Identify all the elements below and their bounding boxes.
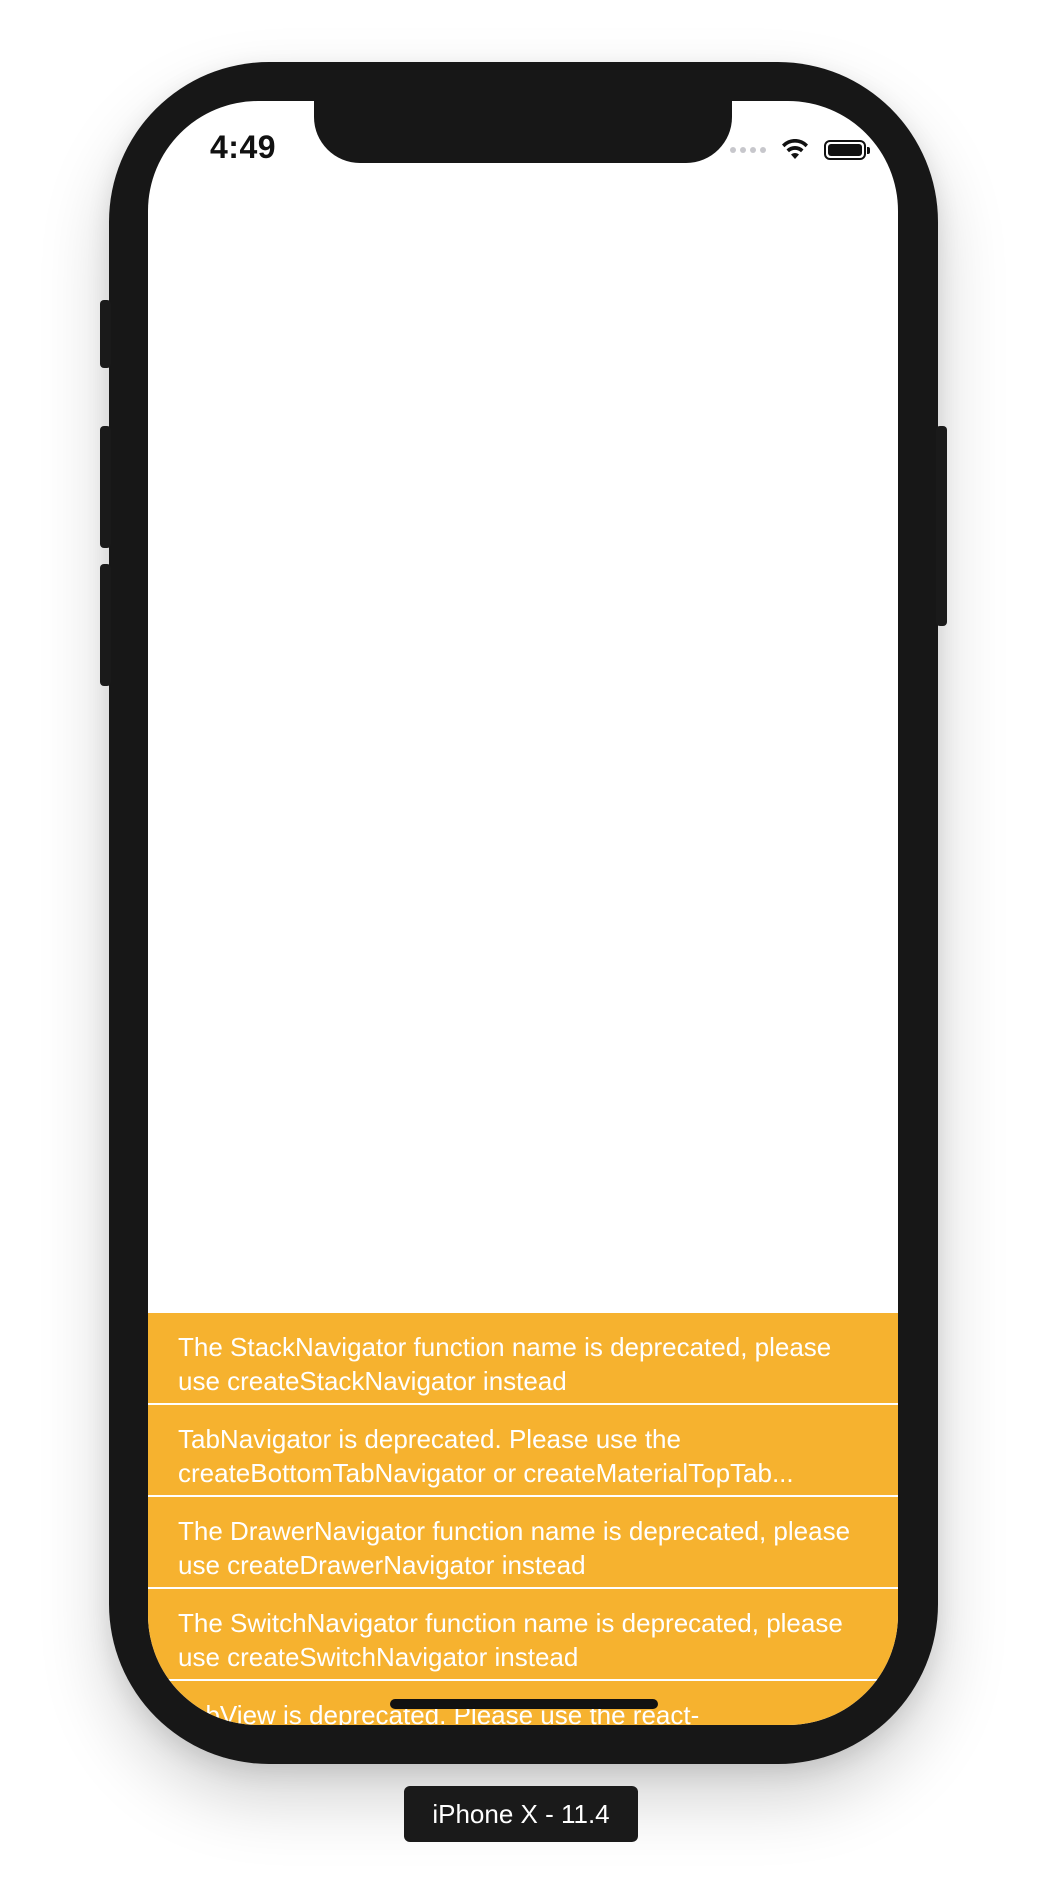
warning-message: The SwitchNavigator function name is dep… — [178, 1608, 843, 1672]
power-button — [936, 426, 947, 626]
warning-message: The DrawerNavigator function name is dep… — [178, 1516, 851, 1580]
warning-item-tab-navigator[interactable]: TabNavigator is deprecated. Please use t… — [148, 1405, 898, 1497]
mute-switch — [100, 300, 111, 368]
signal-dots-icon — [730, 147, 766, 153]
volume-down-button — [100, 564, 111, 686]
device-screen: 4:49 The StackNavigator function name is… — [148, 101, 898, 1725]
notch — [314, 101, 732, 163]
status-icons — [730, 135, 870, 165]
volume-up-button — [100, 426, 111, 548]
warning-message: The StackNavigator function name is depr… — [178, 1332, 832, 1396]
wifi-icon — [782, 139, 808, 159]
warning-item-stack-navigator[interactable]: The StackNavigator function name is depr… — [148, 1313, 898, 1405]
warning-item-drawer-navigator[interactable]: The DrawerNavigator function name is dep… — [148, 1497, 898, 1589]
battery-icon — [824, 140, 870, 160]
warning-item-switch-navigator[interactable]: The SwitchNavigator function name is dep… — [148, 1589, 898, 1681]
warning-message: TabNavigator is deprecated. Please use t… — [178, 1424, 794, 1488]
warning-list: The StackNavigator function name is depr… — [148, 1313, 898, 1725]
home-indicator[interactable] — [390, 1699, 658, 1709]
status-time: 4:49 — [210, 129, 277, 165]
device-label: iPhone X - 11.4 — [404, 1786, 638, 1842]
